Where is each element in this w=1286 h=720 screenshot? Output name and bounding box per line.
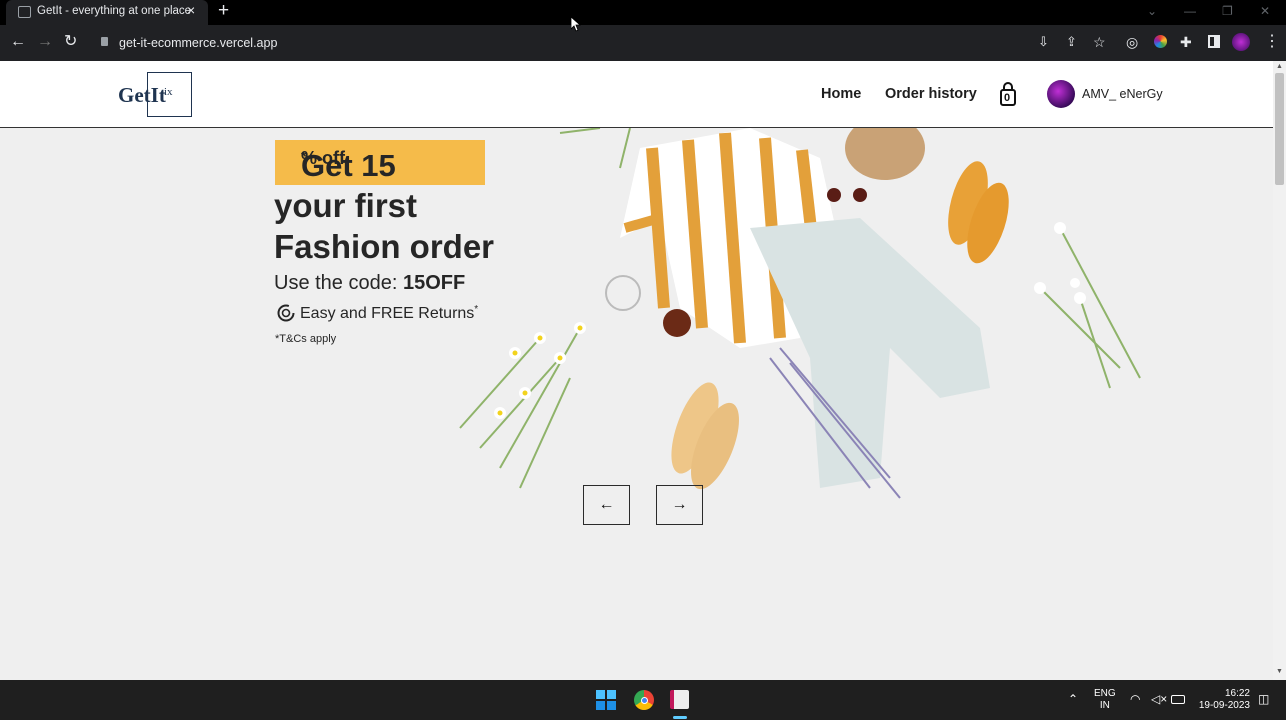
browser-toolbar: ← → ↻ get-it-ecommerce.vercel.app ⇩ ⇪ ☆ … [0,25,1286,61]
minimize-button[interactable]: — [1184,4,1196,18]
terms-note: *T&Cs apply [275,333,337,345]
clock[interactable]: 16:22 19-09-2023 [1196,688,1250,712]
extensions-puzzle-icon[interactable]: ✚ [1180,33,1192,51]
side-panel-icon[interactable] [1208,35,1220,48]
returns-text: Easy and FREE Returns* [300,304,478,323]
notifications-icon[interactable]: ◫ [1258,693,1269,705]
offer-asterisk: * [301,148,307,164]
page-scrollbar[interactable]: ▲ ▼ [1273,61,1286,680]
headline-line-2: your first [274,187,418,224]
linen-pants [750,218,990,488]
lock-icon [101,37,108,46]
straw-bag [845,128,925,180]
mouse-cursor-icon [571,17,581,32]
clock-date: 19-09-2023 [1198,700,1250,711]
glass [605,275,641,311]
volume-muted-icon[interactable]: ◁× [1151,693,1167,705]
coffee-cup [663,309,691,337]
language-code: ENG [1094,688,1116,699]
language-indicator[interactable]: ENG IN [1094,688,1116,712]
reload-icon[interactable]: ↻ [64,33,77,51]
user-name[interactable]: AMV_ eNerGy [1082,87,1163,101]
profile-avatar-icon[interactable] [1232,33,1250,51]
color-picker-extension-icon[interactable] [1154,35,1167,48]
cart-button[interactable]: 0 [999,82,1017,106]
forward-icon[interactable]: → [37,33,53,51]
tab-title: GetIt - everything at one place [37,5,192,17]
scrollbar-thumb[interactable] [1275,73,1284,185]
browser-tab-bar: GetIt - everything at one place × + ⌄ — … [0,0,1286,25]
arrow-left-icon: ← [598,496,615,513]
returns-label: Easy and FREE Returns [300,305,475,322]
tab-search-icon[interactable]: ⌄ [1147,4,1157,18]
bookmark-star-icon[interactable]: ☆ [1093,33,1106,51]
tab-favicon-icon [18,6,31,18]
sunglasses [827,188,867,202]
chrome-center [641,697,648,704]
offer-badge: Get 15% off * [275,140,485,185]
scroll-down-icon[interactable]: ▼ [1276,668,1283,675]
tab-close-button[interactable]: × [187,2,195,18]
os-taskbar: ⌃ ENG IN ◠ ◁× 16:22 19-09-2023 ◫ [0,680,1286,720]
offer-percent: % off [301,148,345,168]
promo-code: 15OFF [402,272,466,294]
headline-line-3: Fashion order [274,228,495,265]
back-icon[interactable]: ← [10,33,26,51]
windows-start-icon[interactable] [596,690,616,710]
fashion-product-image [459,128,1141,499]
cart-count: 0 [1004,92,1011,104]
daisies-right [1039,227,1141,389]
site-header: GetIt ix Home Order history 0 AMV_ eNerG… [0,61,1273,128]
active-app-indicator [673,716,687,719]
returns-asterisk: * [474,304,479,315]
carousel-next-button[interactable]: → [656,485,703,525]
returns-icon [277,304,295,322]
web-page: GetIt ix Home Order history 0 AMV_ eNerG… [0,61,1273,680]
tray-overflow-icon[interactable]: ⌃ [1068,693,1078,705]
carousel-prev-button[interactable]: ← [583,485,630,525]
new-tab-button[interactable]: + [218,0,229,22]
close-window-button[interactable]: ✕ [1260,4,1270,18]
region-code: IN [1099,700,1110,711]
promo-code-label: Use the code: [274,272,403,294]
install-app-icon[interactable]: ⇩ [1038,33,1049,51]
share-icon[interactable]: ⇪ [1066,33,1077,51]
recorder-app-icon[interactable] [670,690,689,709]
site-logo[interactable]: GetIt ix [118,72,193,117]
daisies-top [559,128,631,169]
maximize-button[interactable]: ❐ [1222,4,1233,18]
browser-tab[interactable]: GetIt - everything at one place × [6,0,208,25]
wifi-icon[interactable]: ◠ [1130,693,1140,705]
user-avatar[interactable] [1047,80,1075,108]
nav-order-history[interactable]: Order history [885,86,977,102]
extension-icon[interactable]: ◎ [1126,33,1138,51]
battery-icon[interactable] [1171,695,1185,704]
hero-carousel: Get 15% off * your first Fashion order Us… [0,128,1273,680]
logo-mark: ix [164,86,173,98]
browser-menu-icon[interactable]: ⋮ [1264,33,1280,51]
promo-code-line: Use the code: 15OFF [274,272,465,295]
arrow-right-icon: → [671,496,688,513]
nav-home[interactable]: Home [821,86,861,102]
url-text[interactable]: get-it-ecommerce.vercel.app [119,36,277,50]
logo-text: GetIt [118,83,166,107]
clock-time: 16:22 [1224,688,1250,699]
scroll-up-icon[interactable]: ▲ [1276,63,1283,70]
